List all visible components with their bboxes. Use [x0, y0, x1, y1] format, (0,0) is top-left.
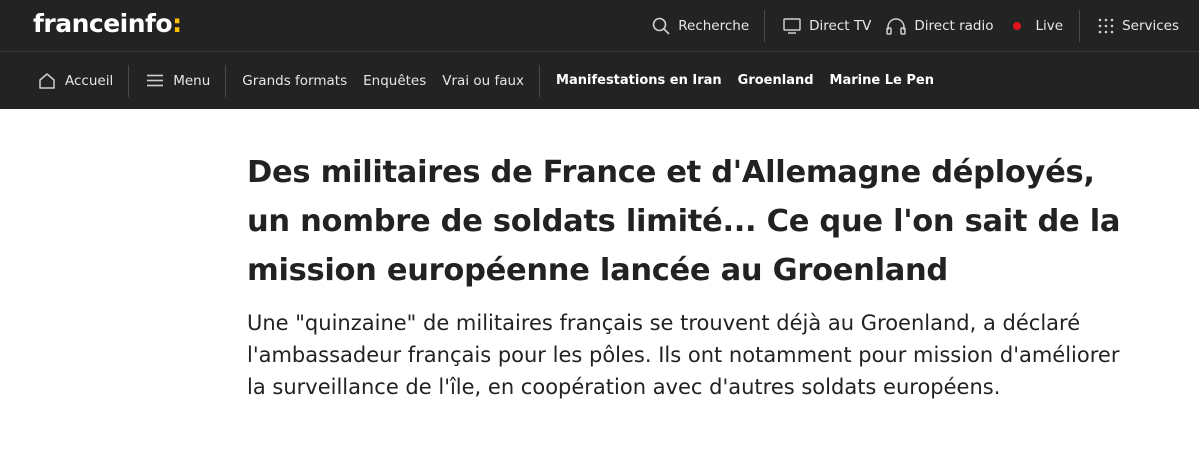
nav-link-enquetes[interactable]: Enquêtes	[363, 73, 426, 89]
direct-tv-label: Direct TV	[809, 18, 872, 34]
menu-label: Menu	[173, 72, 211, 89]
top-actions: Recherche Direct TV Direct radio Live Se…	[652, 0, 1199, 52]
article: Des militaires de France et d'Allemagne …	[247, 148, 1147, 403]
home-link[interactable]: Accueil	[38, 72, 113, 89]
topic-link-iran[interactable]: Manifestations en Iran	[556, 73, 722, 88]
topic-link-groenland[interactable]: Groenland	[738, 73, 814, 88]
live-button[interactable]: Live	[1013, 18, 1063, 34]
divider	[1079, 10, 1081, 42]
article-headline: Des militaires de France et d'Allemagne …	[247, 155, 1121, 288]
hamburger-icon	[147, 74, 164, 87]
top-header: franceinfo: Recherche Direct TV Direct r…	[0, 0, 1199, 52]
nav-link-vrai-ou-faux[interactable]: Vrai ou faux	[442, 73, 524, 89]
search-button[interactable]: Recherche	[652, 17, 749, 35]
direct-radio-label: Direct radio	[914, 18, 994, 34]
divider	[539, 64, 541, 97]
tv-icon	[783, 18, 801, 34]
live-dot-icon	[1013, 22, 1022, 30]
grid-icon	[1098, 18, 1114, 34]
franceinfo-logo[interactable]: franceinfo:	[33, 9, 182, 38]
nav-link-grands-formats[interactable]: Grands formats	[242, 73, 347, 89]
direct-tv-button[interactable]: Direct TV	[783, 18, 871, 34]
home-label: Accueil	[65, 72, 114, 89]
main-nav: Accueil Menu Grands formats Enquêtes Vra…	[0, 52, 1199, 109]
menu-button[interactable]: Menu	[147, 73, 210, 89]
services-label: Services	[1122, 18, 1179, 34]
divider	[225, 64, 227, 97]
article-lede: Une "quinzaine" de militaires français s…	[247, 311, 1120, 399]
logo-text: franceinfo	[33, 9, 173, 38]
topic-link-marine-le-pen[interactable]: Marine Le Pen	[830, 73, 934, 88]
logo-colon: :	[172, 9, 182, 38]
live-label: Live	[1035, 18, 1064, 34]
headphones-icon	[886, 18, 907, 35]
divider	[764, 10, 766, 42]
search-icon	[652, 17, 670, 35]
services-button[interactable]: Services	[1098, 18, 1179, 34]
home-icon	[39, 73, 55, 89]
divider	[128, 64, 130, 97]
search-label: Recherche	[678, 18, 750, 34]
direct-radio-button[interactable]: Direct radio	[886, 17, 993, 35]
